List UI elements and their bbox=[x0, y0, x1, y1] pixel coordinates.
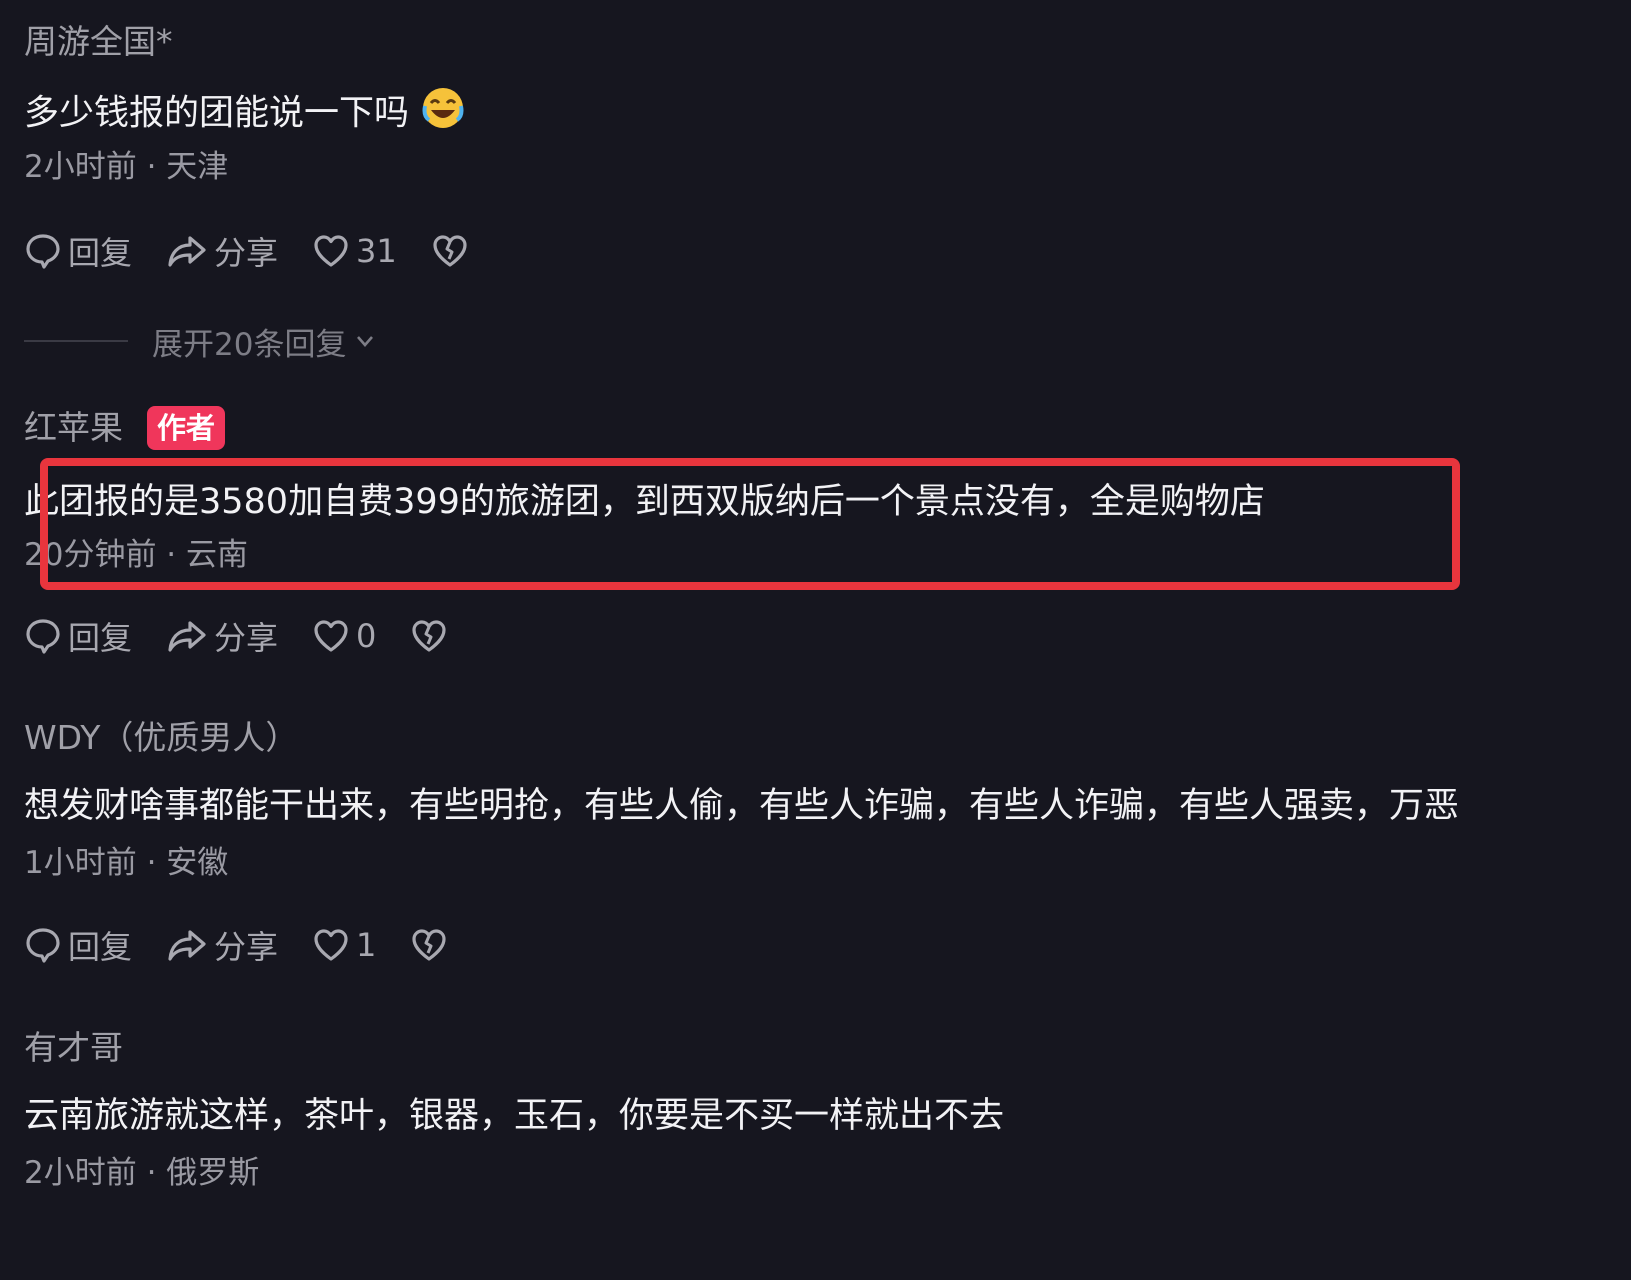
comment-item: 周游全国* 多少钱报的团能说一下吗 2小时前 · 天津 bbox=[24, 20, 1631, 188]
comment-actions: 回复 分享 0 bbox=[24, 613, 482, 659]
like-count: 1 bbox=[356, 926, 377, 964]
chevron-down-icon bbox=[357, 336, 374, 347]
share-label: 分享 bbox=[214, 928, 279, 966]
like-button[interactable]: 1 bbox=[312, 926, 376, 964]
comment-meta: 1小时前 · 安徽 bbox=[24, 845, 229, 881]
reply-label: 回复 bbox=[68, 928, 133, 966]
comment-bubble-icon bbox=[26, 234, 60, 269]
share-arrow-icon bbox=[168, 930, 206, 961]
comment-item: 有才哥 云南旅游就这样，茶叶，银器，玉石，你要是不买一样就出不去 2小时前 · … bbox=[24, 1026, 1631, 1194]
share-label: 分享 bbox=[214, 234, 279, 272]
dislike-button[interactable] bbox=[410, 617, 448, 655]
like-button[interactable]: 0 bbox=[312, 617, 376, 655]
share-button[interactable]: 分享 bbox=[166, 922, 278, 968]
comment-meta: 2小时前 · 天津 bbox=[24, 149, 229, 185]
dislike-button[interactable] bbox=[431, 232, 469, 270]
dislike-button[interactable] bbox=[410, 926, 448, 964]
comment-text: 多少钱报的团能说一下吗 bbox=[24, 93, 410, 134]
comment-actions: 回复 分享 1 bbox=[24, 922, 482, 968]
comment-meta: 2小时前 · 俄罗斯 bbox=[24, 1155, 260, 1191]
divider-line bbox=[24, 340, 128, 342]
reply-button[interactable]: 回复 bbox=[24, 613, 132, 659]
comment-list: 周游全国* 多少钱报的团能说一下吗 2小时前 · 天津 回复 分享 31 展开2… bbox=[0, 0, 1631, 1280]
comment-item: 红苹果 作者 此团报的是3580加自费399的旅游团，到西双版纳后一个景点没有，… bbox=[24, 406, 1631, 576]
reply-label: 回复 bbox=[68, 234, 133, 272]
broken-heart-icon bbox=[412, 620, 446, 652]
share-button[interactable]: 分享 bbox=[166, 613, 278, 659]
reply-button[interactable]: 回复 bbox=[24, 228, 132, 274]
like-count: 0 bbox=[356, 617, 377, 655]
comment-username[interactable]: 红苹果 bbox=[24, 406, 123, 450]
expand-replies-label: 展开20条回复 bbox=[152, 326, 347, 363]
like-count: 31 bbox=[356, 232, 397, 270]
heart-icon bbox=[314, 620, 348, 652]
comment-content: 想发财啥事都能干出来，有些明抢，有些人偷，有些人诈骗，有些人诈骗，有些人强卖，万… bbox=[24, 786, 1460, 826]
expand-replies-button[interactable]: 展开20条回复 bbox=[24, 318, 376, 364]
comment-username[interactable]: WDY（优质男人） bbox=[24, 716, 1631, 760]
comment-bubble-icon bbox=[26, 619, 60, 654]
reply-button[interactable]: 回复 bbox=[24, 922, 132, 968]
reply-label: 回复 bbox=[68, 619, 133, 657]
comment-bubble-icon bbox=[26, 928, 60, 963]
broken-heart-icon bbox=[412, 929, 446, 961]
share-arrow-icon bbox=[168, 621, 206, 652]
author-badge: 作者 bbox=[147, 406, 226, 450]
comment-username[interactable]: 有才哥 bbox=[24, 1026, 1631, 1070]
comment-content: 多少钱报的团能说一下吗 bbox=[24, 86, 1631, 134]
comment-username[interactable]: 周游全国* bbox=[24, 20, 1631, 64]
comment-content: 此团报的是3580加自费399的旅游团，到西双版纳后一个景点没有，全是购物店 bbox=[24, 482, 1265, 522]
share-arrow-icon bbox=[168, 236, 206, 267]
share-label: 分享 bbox=[214, 619, 279, 657]
comment-actions: 回复 分享 31 bbox=[24, 228, 503, 274]
comment-meta: 20分钟前 · 云南 bbox=[24, 537, 249, 573]
comment-content: 云南旅游就这样，茶叶，银器，玉石，你要是不买一样就出不去 bbox=[24, 1096, 1005, 1136]
laughing-emoji-icon bbox=[421, 86, 465, 134]
comment-item: WDY（优质男人） 想发财啥事都能干出来，有些明抢，有些人偷，有些人诈骗，有些人… bbox=[24, 716, 1631, 884]
like-button[interactable]: 31 bbox=[312, 232, 397, 270]
comment-username-row: 红苹果 作者 bbox=[24, 406, 1631, 450]
heart-icon bbox=[314, 929, 348, 961]
share-button[interactable]: 分享 bbox=[166, 228, 278, 274]
heart-icon bbox=[314, 235, 348, 267]
broken-heart-icon bbox=[433, 235, 467, 267]
